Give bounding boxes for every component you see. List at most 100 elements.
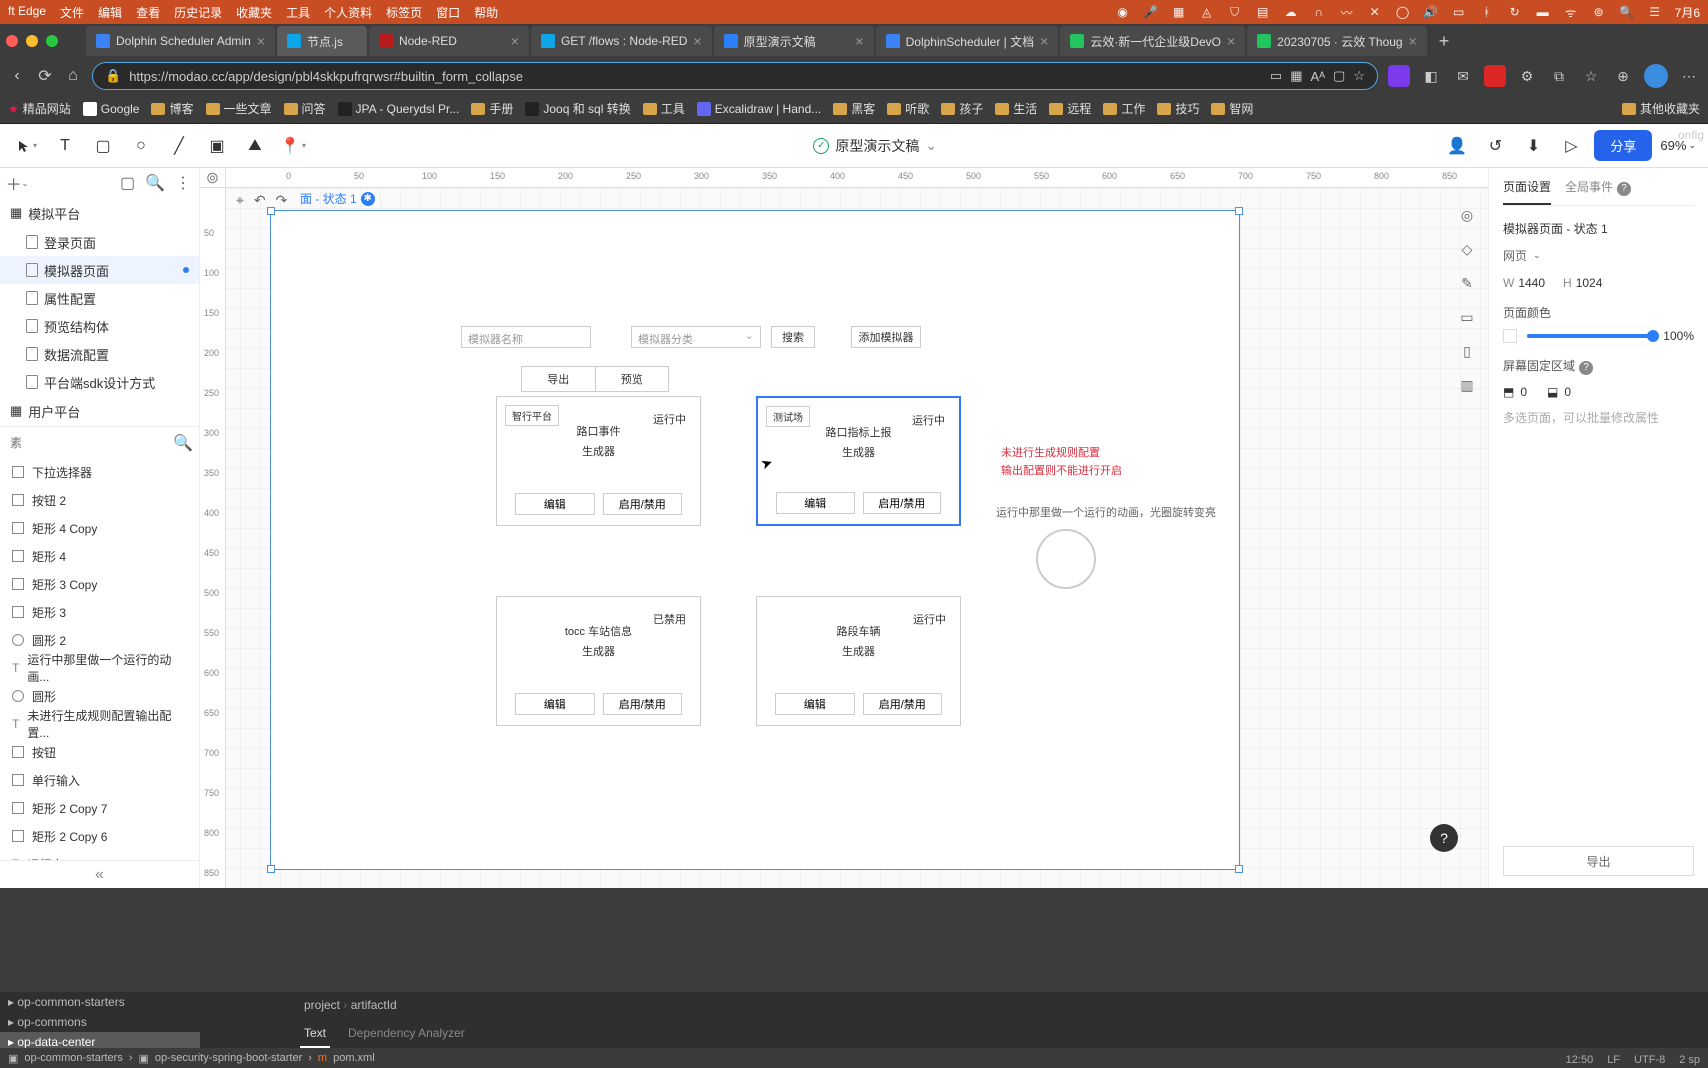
export-button[interactable]: 导出: [522, 367, 595, 391]
type-select[interactable]: 模拟器分类: [631, 326, 761, 348]
color-swatch[interactable]: [1503, 329, 1517, 343]
bm-14[interactable]: 远程: [1049, 100, 1091, 117]
record-icon[interactable]: ◉: [1115, 4, 1131, 20]
close-icon[interactable]: ×: [257, 33, 265, 49]
ext-6-icon[interactable]: ⧉: [1548, 65, 1570, 87]
layer-item[interactable]: 矩形 4 Copy: [0, 514, 199, 542]
menu-help[interactable]: 帮助: [474, 4, 498, 21]
search-icon[interactable]: 🔍: [173, 433, 193, 453]
cross-icon[interactable]: ✕: [1367, 4, 1383, 20]
simulator-card[interactable]: 运行中 路段车辆 生成器 编辑 启用/禁用: [756, 596, 961, 726]
simulator-card[interactable]: 智行平台 运行中 路口事件 生成器 编辑 启用/禁用: [496, 396, 701, 526]
page-type-select[interactable]: 网页⌄: [1503, 247, 1694, 264]
tab-nodejs[interactable]: 节点.js: [277, 26, 367, 56]
ext-1-icon[interactable]: [1388, 65, 1410, 87]
menu-history[interactable]: 历史记录: [174, 4, 222, 21]
simulator-card-selected[interactable]: 测试场 运行中 路口指标上报 生成器 编辑 启用/禁用: [756, 396, 961, 526]
grid-icon[interactable]: ▦: [1171, 4, 1187, 20]
ruler-origin[interactable]: ⊚: [200, 168, 226, 188]
bm-6[interactable]: 手册: [471, 100, 513, 117]
bm-0[interactable]: ★精品网站: [8, 100, 71, 117]
circle-tool[interactable]: ○: [126, 131, 156, 161]
comment-icon[interactable]: ✎: [1456, 272, 1478, 294]
window-max-icon[interactable]: [46, 35, 58, 47]
star-icon[interactable]: ☆: [1353, 68, 1365, 84]
folder-icon[interactable]: ▢: [120, 173, 135, 193]
weixin-icon[interactable]: ◬: [1199, 4, 1215, 20]
qr-icon[interactable]: ▦: [1290, 68, 1302, 84]
display-icon[interactable]: ▭: [1451, 4, 1467, 20]
redo-icon[interactable]: ↷: [276, 192, 288, 209]
search-button[interactable]: 搜索: [771, 326, 815, 348]
add-simulator-button[interactable]: 添加模拟器: [851, 326, 921, 348]
menu-profile[interactable]: 个人资料: [324, 4, 372, 21]
enable-button[interactable]: 启用/禁用: [603, 693, 683, 715]
wechat-icon[interactable]: ☁: [1283, 4, 1299, 20]
undo-icon[interactable]: ↶: [254, 192, 266, 209]
close-icon[interactable]: ×: [693, 33, 701, 49]
menu-tabs[interactable]: 标签页: [386, 4, 422, 21]
page-login[interactable]: 登录页面: [0, 228, 199, 256]
collapse-panel-icon[interactable]: «: [0, 860, 199, 888]
close-icon[interactable]: ×: [855, 33, 863, 49]
width-field[interactable]: W1440: [1503, 276, 1545, 290]
simulator-card[interactable]: 已禁用 tocc 车站信息 生成器 编辑 启用/禁用: [496, 596, 701, 726]
bm-3[interactable]: 一些文章: [206, 100, 272, 117]
tree-root-sim[interactable]: ▦模拟平台: [0, 198, 199, 228]
preview-button[interactable]: 预览: [595, 367, 669, 391]
aa-icon[interactable]: Aᴬ: [1310, 69, 1325, 84]
name-input[interactable]: 模拟器名称: [461, 326, 591, 348]
opacity-slider[interactable]: [1527, 334, 1653, 338]
page-simulator[interactable]: 模拟器页面: [0, 256, 199, 284]
tab-page-settings[interactable]: 页面设置: [1503, 178, 1551, 205]
menu-tools[interactable]: 工具: [286, 4, 310, 21]
rectangle-tool[interactable]: ▢: [88, 131, 118, 161]
edit-button[interactable]: 编辑: [515, 693, 595, 715]
circle-icon[interactable]: ◯: [1395, 4, 1411, 20]
bm-4[interactable]: 问答: [284, 100, 326, 117]
export-button[interactable]: 导出: [1503, 846, 1694, 876]
project-item[interactable]: ▸ op-common-starters: [0, 992, 200, 1012]
wave-icon[interactable]: 〰: [1339, 4, 1355, 20]
ext-3-icon[interactable]: ✉: [1452, 65, 1474, 87]
page-preview[interactable]: 预览结构体: [0, 312, 199, 340]
canvas[interactable]: ⊚ 05010015020025030035040045050055060065…: [200, 168, 1488, 888]
bm-17[interactable]: 智网: [1211, 100, 1253, 117]
layer-item[interactable]: 矩形 2 Copy 7: [0, 794, 199, 822]
date-label[interactable]: 7月6: [1675, 4, 1700, 21]
layer-item[interactable]: T运行中: [0, 850, 199, 860]
bm-9[interactable]: Excalidraw | Hand...: [697, 102, 822, 116]
tab-yunxiao[interactable]: 云效·新一代企业级DevO×: [1060, 26, 1245, 56]
cursor-tool[interactable]: [12, 131, 42, 161]
layer-item[interactable]: 矩形 2 Copy 6: [0, 822, 199, 850]
ext-4-icon[interactable]: [1484, 65, 1506, 87]
volume-icon[interactable]: 🔊: [1423, 4, 1439, 20]
layer-item[interactable]: T未进行生成规则配置输出配置...: [0, 710, 199, 738]
enable-button[interactable]: 启用/禁用: [603, 493, 683, 515]
reader-icon[interactable]: ▭: [1270, 68, 1282, 84]
edit-button[interactable]: 编辑: [776, 492, 855, 514]
shield-icon[interactable]: ⛉: [1227, 4, 1243, 20]
control-center-icon[interactable]: ☰: [1647, 4, 1663, 20]
close-icon[interactable]: ×: [1227, 33, 1235, 49]
bm-8[interactable]: 工具: [643, 100, 685, 117]
line-tool[interactable]: ╱: [164, 131, 194, 161]
layer-item[interactable]: T运行中那里做一个运行的动画...: [0, 654, 199, 682]
artboard[interactable]: 模拟器名称 模拟器分类 搜索 添加模拟器 导出 预览 智行平台 运行中 路口事件…: [270, 210, 1240, 870]
layer-item[interactable]: 下拉选择器: [0, 458, 199, 486]
doc-title[interactable]: ✓ 原型演示文稿 ⌄: [813, 136, 937, 156]
battery-icon[interactable]: ▬: [1535, 4, 1551, 20]
share-button[interactable]: 分享: [1594, 130, 1652, 161]
close-icon[interactable]: ×: [511, 33, 519, 49]
home-icon[interactable]: ⌂: [64, 67, 82, 85]
layer-item[interactable]: 单行输入: [0, 766, 199, 794]
collections-icon[interactable]: ⊕: [1612, 65, 1634, 87]
fixed-bottom-field[interactable]: ⬓0: [1547, 385, 1571, 399]
wifi-icon[interactable]: ᯤ: [1563, 4, 1579, 20]
ide-tab-dep[interactable]: Dependency Analyzer: [344, 1020, 469, 1048]
menu-icon[interactable]: ⋯: [1678, 65, 1700, 87]
layer-item[interactable]: 矩形 4: [0, 542, 199, 570]
reload-icon[interactable]: ⟳: [36, 67, 54, 85]
pin-tool[interactable]: 📍: [278, 131, 308, 161]
frame-tool[interactable]: ▣: [202, 131, 232, 161]
